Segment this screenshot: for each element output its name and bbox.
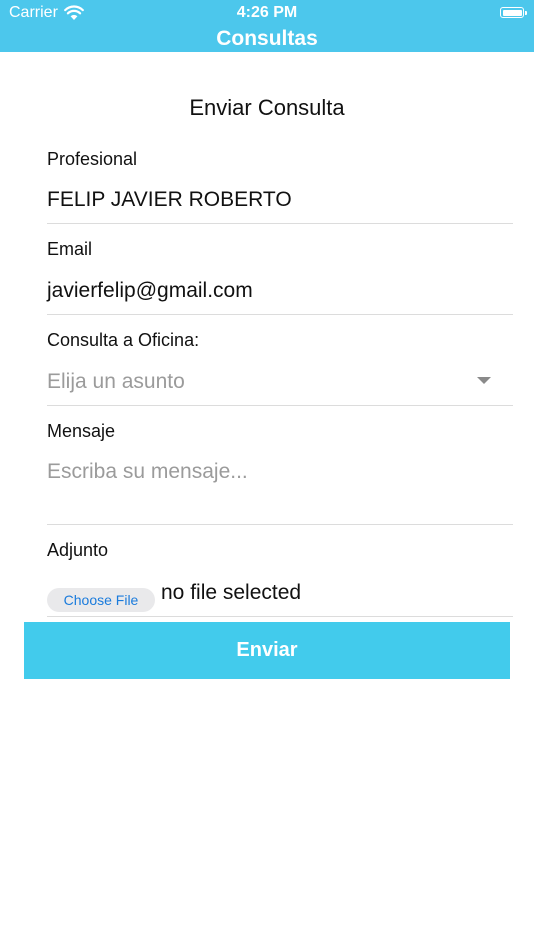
chevron-down-icon[interactable] [477,377,491,384]
mensaje-placeholder[interactable]: Escriba su mensaje... [47,460,248,484]
battery-icon [500,7,527,18]
file-status: no file selected [161,581,302,604]
mensaje-textarea[interactable]: Mensaje Escriba su mensaje... [47,420,513,525]
status-time: 4:26 PM [236,4,298,21]
status-bar: Carrier 4:26 PM [0,0,534,27]
oficina-select[interactable]: Consulta a Oficina: Elija un asunto [47,329,513,406]
top-bar: Carrier 4:26 PM Consultas [0,0,534,52]
oficina-placeholder[interactable]: Elija un asunto [47,370,185,394]
profesional-value[interactable]: FELIP JAVIER ROBERTO [47,188,292,212]
profesional-label: Profesional [47,149,138,169]
adjunto-label: Adjunto [47,540,109,560]
profesional-field[interactable]: Profesional FELIP JAVIER ROBERTO [47,148,513,224]
choose-file-button[interactable]: Choose File [47,588,155,612]
email-field[interactable]: Email javierfelip@gmail.com [47,238,513,315]
form-title: Enviar Consulta [189,95,345,120]
adjunto-field: Adjunto Choose File no file selected [47,539,513,617]
email-value[interactable]: javierfelip@gmail.com [47,279,253,303]
oficina-label: Consulta a Oficina: [47,330,200,350]
email-label: Email [47,239,93,259]
mensaje-label: Mensaje [47,421,116,441]
page-title: Consultas [216,27,318,50]
enviar-button[interactable]: Enviar [24,622,510,679]
